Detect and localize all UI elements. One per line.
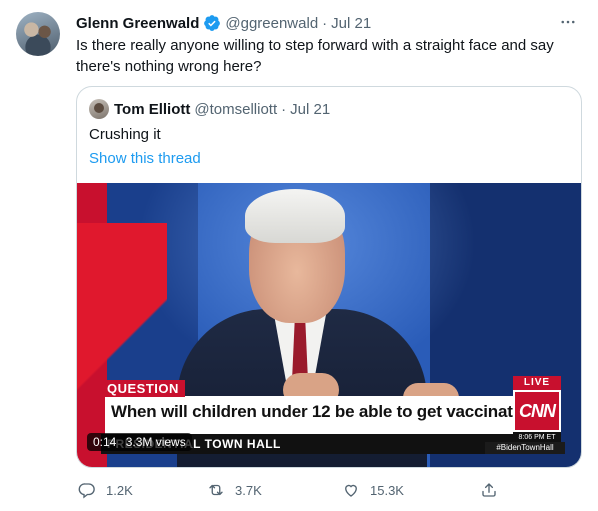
verified-badge-icon [203,14,221,32]
live-tag: LIVE [513,376,561,390]
tweet-date[interactable]: Jul 21 [331,15,371,32]
quoted-tweet-date: Jul 21 [290,100,331,118]
retweet-icon [209,484,223,496]
cnn-logo: CNN [513,390,561,432]
author-avatar[interactable] [16,12,60,56]
tweet: Glenn Greenwald @ggreenwald · Jul 21 Is … [0,0,598,511]
caption-banner: When will children under 12 be able to g… [101,396,542,434]
reply-button[interactable]: 1.2K [78,478,133,502]
share-icon [482,483,496,497]
speaker-hair [245,189,345,243]
quoted-tweet-header: Tom Elliott @tomselliott · Jul 21 [89,99,330,119]
separator-dot: · [322,14,328,32]
video-stats-badge: 0:14 3.3M views [87,433,192,451]
retweet-button[interactable]: 3.7K [207,478,262,502]
more-options-icon[interactable] [556,10,580,34]
quoted-separator-dot: · [281,100,287,118]
quoted-tweet-text: Crushing it [89,126,161,143]
tweet-actions: 1.2K 3.7K 15.3K [76,478,506,502]
author-name[interactable]: Glenn Greenwald [76,15,199,32]
quoted-author-handle: @tomselliott [194,100,278,118]
broadcast-hashtag: #BidenTownHall [485,442,565,454]
view-count: 3.3M views [125,435,186,449]
retweet-count: 3.7K [235,482,262,498]
like-count: 15.3K [370,482,404,498]
reply-count: 1.2K [106,482,133,498]
share-button[interactable] [480,478,508,502]
playback-time: 0:14 [93,435,117,449]
caption-text: When will children under 12 be able to g… [111,402,543,421]
show-thread-link[interactable]: Show this thread [89,149,201,169]
quoted-author-avatar [89,99,109,119]
author-handle[interactable]: @ggreenwald [225,15,318,32]
like-button[interactable]: 15.3K [342,478,404,502]
question-tag: QUESTION [101,380,185,397]
heart-icon [345,484,357,497]
quoted-author-name: Tom Elliott [114,100,191,118]
video-player[interactable]: When will children under 12 be able to g… [77,183,581,467]
reply-icon [78,483,95,499]
tweet-text: Is there really anyone willing to step f… [76,37,554,75]
tweet-header: Glenn Greenwald @ggreenwald · Jul 21 [76,12,371,34]
quoted-tweet[interactable]: Tom Elliott @tomselliott · Jul 21 Crushi… [76,86,582,468]
